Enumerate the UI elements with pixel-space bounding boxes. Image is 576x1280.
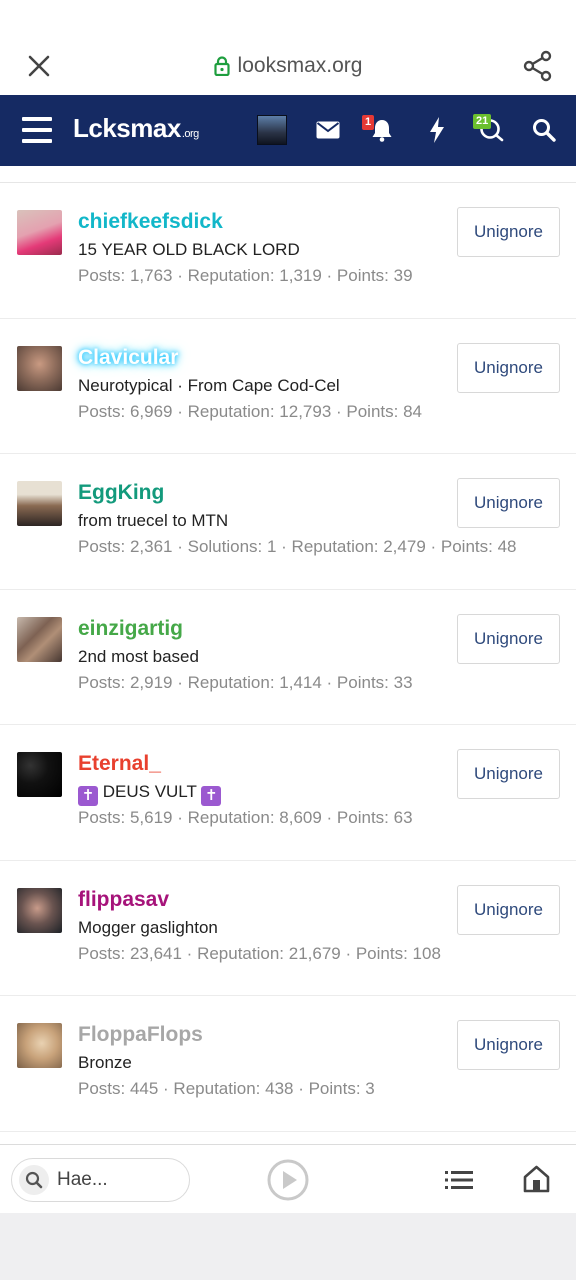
cross-icon: ✝ bbox=[78, 786, 98, 806]
unignore-button[interactable]: Unignore bbox=[457, 613, 560, 664]
user-stats: Posts: 5,619 · Reputation: 8,609 · Point… bbox=[78, 808, 413, 827]
list-item: Clavicular Neurotypical · From Cape Cod-… bbox=[0, 319, 576, 454]
list-item: FloppaFlops Bronze Posts: 445 · Reputati… bbox=[0, 996, 576, 1132]
avatar[interactable] bbox=[17, 345, 62, 391]
avatar[interactable] bbox=[17, 481, 62, 526]
list-item: flippasav Mogger gaslighton Posts: 23,64… bbox=[0, 861, 576, 996]
share-icon[interactable] bbox=[522, 50, 554, 82]
inbox-icon[interactable] bbox=[313, 115, 343, 145]
search-icon[interactable] bbox=[529, 115, 559, 145]
avatar[interactable] bbox=[17, 1023, 62, 1068]
cross-icon: ✝ bbox=[201, 786, 222, 806]
list-item: chiefkeefsdick 15 YEAR OLD BLACK LORD Po… bbox=[0, 183, 576, 319]
username[interactable]: einzigartig bbox=[78, 617, 183, 641]
bottom-bar: Hae... bbox=[0, 1144, 576, 1213]
home-icon[interactable] bbox=[523, 1165, 550, 1193]
list-item: EggKing from truecel to MTN Posts: 2,361… bbox=[0, 454, 576, 590]
user-title: from truecel to MTN bbox=[78, 511, 229, 530]
username[interactable]: EggKing bbox=[78, 481, 164, 505]
conversations-badge: 21 bbox=[473, 114, 492, 129]
username[interactable]: Clavicular bbox=[78, 346, 178, 370]
unignore-button[interactable]: Unignore bbox=[457, 478, 560, 528]
user-stats: Posts: 2,361 · Solutions: 1 · Reputation… bbox=[78, 537, 517, 556]
user-stats: Posts: 6,969 · Reputation: 12,793 · Poin… bbox=[78, 401, 422, 421]
play-icon[interactable] bbox=[267, 1159, 309, 1201]
list-item: Eternal_ ✝ DEUS VULT ✝ Posts: 5,619 · Re… bbox=[0, 725, 576, 861]
list-item: einzigartig 2nd most based Posts: 2,919 … bbox=[0, 590, 576, 725]
unignore-button[interactable]: Unignore bbox=[457, 884, 560, 935]
username[interactable]: chiefkeefsdick bbox=[78, 210, 223, 234]
user-stats: Posts: 23,641 · Reputation: 21,679 · Poi… bbox=[78, 943, 441, 963]
unignore-button[interactable]: Unignore bbox=[457, 342, 560, 393]
unignore-button[interactable]: Unignore bbox=[457, 207, 560, 257]
address-bar[interactable]: looksmax.org bbox=[0, 54, 576, 78]
username[interactable]: Eternal_ bbox=[78, 752, 161, 776]
avatar[interactable] bbox=[17, 752, 62, 797]
site-header: Lcksmax.org 1 21 bbox=[0, 95, 576, 166]
search-value: Hae... bbox=[57, 1169, 108, 1190]
ignored-members-list: chiefkeefsdick 15 YEAR OLD BLACK LORD Po… bbox=[0, 166, 576, 1144]
avatar[interactable] bbox=[17, 616, 62, 662]
username[interactable]: flippasav bbox=[78, 888, 169, 912]
lock-icon bbox=[213, 56, 230, 76]
user-title: ✝ DEUS VULT ✝ bbox=[78, 782, 222, 806]
site-logo[interactable]: Lcksmax.org bbox=[73, 113, 199, 144]
user-title: Neurotypical · From Cape Cod-Cel bbox=[78, 375, 340, 395]
avatar[interactable] bbox=[17, 210, 62, 255]
avatar[interactable] bbox=[17, 887, 62, 933]
menu-icon[interactable] bbox=[22, 117, 52, 143]
browser-toolbar: looksmax.org bbox=[0, 0, 576, 95]
notifications-badge: 1 bbox=[362, 115, 375, 130]
search-icon bbox=[19, 1165, 49, 1195]
username[interactable]: FloppaFlops bbox=[78, 1023, 203, 1047]
user-stats: Posts: 2,919 · Reputation: 1,414 · Point… bbox=[78, 672, 413, 692]
search-field[interactable]: Hae... bbox=[11, 1158, 190, 1202]
user-stats: Posts: 1,763 · Reputation: 1,319 · Point… bbox=[78, 266, 413, 285]
user-title: 2nd most based bbox=[78, 646, 199, 666]
url-text: looksmax.org bbox=[237, 54, 363, 77]
unignore-button[interactable]: Unignore bbox=[457, 1020, 560, 1070]
user-title: 15 YEAR OLD BLACK LORD bbox=[78, 240, 300, 259]
unignore-button[interactable]: Unignore bbox=[457, 749, 560, 799]
user-stats: Posts: 445 · Reputation: 438 · Points: 3 bbox=[78, 1079, 375, 1098]
user-title: Mogger gaslighton bbox=[78, 917, 218, 937]
account-avatar[interactable] bbox=[257, 115, 287, 145]
list-view-icon[interactable] bbox=[445, 1168, 473, 1192]
lightning-icon[interactable] bbox=[422, 115, 452, 145]
user-title: Bronze bbox=[78, 1053, 132, 1072]
